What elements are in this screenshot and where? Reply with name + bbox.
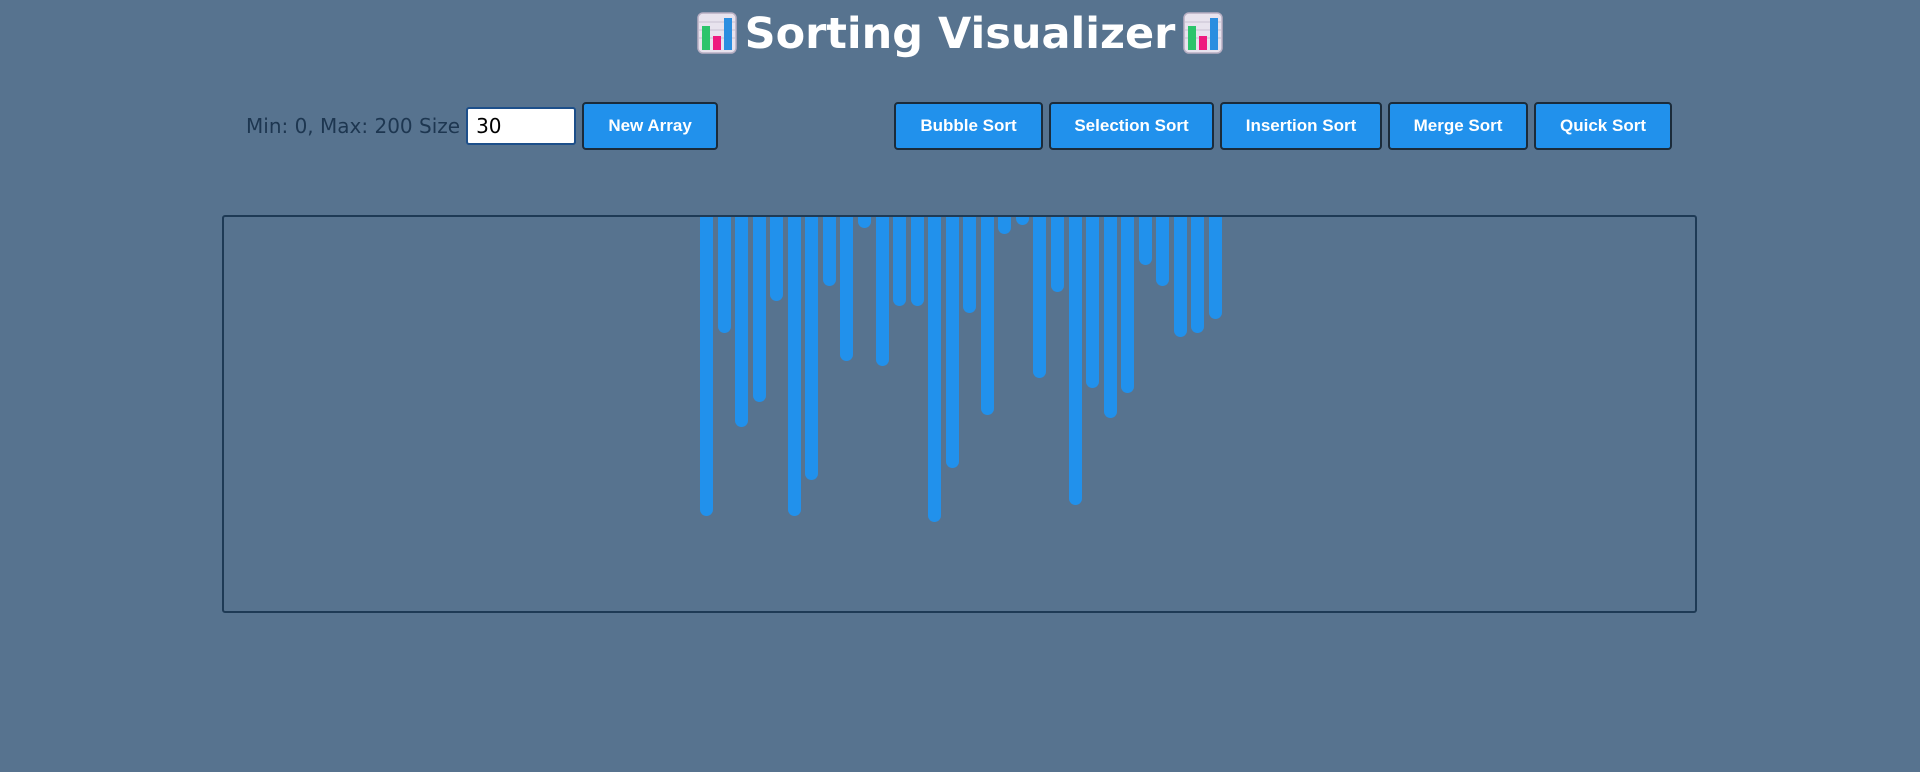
array-bar: [945, 217, 959, 468]
array-bar: [1121, 217, 1135, 393]
title-text: Sorting Visualizer: [744, 9, 1176, 59]
array-bar: [735, 217, 749, 427]
array-bar: [840, 217, 854, 361]
array-bar: [752, 217, 766, 402]
array-bar: [998, 217, 1012, 234]
insertion-sort-button[interactable]: Insertion Sort: [1220, 102, 1382, 150]
array-controls: Min: 0, Max: 200 Size New Array: [246, 102, 719, 150]
array-bar: [928, 217, 942, 522]
array-bar: [1138, 217, 1152, 265]
array-bar: [875, 217, 889, 366]
array-bar: [700, 217, 713, 516]
selection-sort-button[interactable]: Selection Sort: [1049, 102, 1214, 150]
array-bar: [1191, 217, 1205, 333]
range-label: Min: 0, Max: 200 Size: [246, 114, 461, 138]
array-bar: [1173, 217, 1187, 337]
array-bar: [822, 217, 836, 286]
array-bar: [857, 217, 871, 228]
array-bar: [1156, 217, 1170, 286]
bar-chart-icon: [696, 12, 737, 54]
array-bar: [1015, 217, 1029, 225]
bubble-sort-button[interactable]: Bubble Sort: [894, 102, 1043, 150]
array-bar: [787, 217, 801, 516]
array-bar: [805, 217, 819, 480]
quick-sort-button[interactable]: Quick Sort: [1534, 102, 1672, 150]
merge-sort-button[interactable]: Merge Sort: [1388, 102, 1528, 150]
array-bar: [1086, 217, 1100, 388]
array-bar: [770, 217, 784, 301]
bar-chart-icon: [1183, 12, 1224, 54]
array-bar: [893, 217, 907, 306]
page-title: Sorting Visualizer: [0, 6, 1920, 62]
array-bar: [1103, 217, 1117, 418]
array-bar: [980, 217, 994, 415]
array-bar: [1033, 217, 1047, 378]
array-bar: [1051, 217, 1064, 292]
size-input[interactable]: [466, 107, 577, 145]
bars-container: [224, 217, 1695, 611]
array-visualization: [222, 215, 1697, 613]
array-bar: [717, 217, 731, 333]
sort-buttons: Bubble Sort Selection Sort Insertion Sor…: [894, 102, 1672, 150]
array-bar: [910, 217, 924, 306]
array-bar: [1208, 217, 1222, 319]
array-bar: [1068, 217, 1082, 505]
array-bar: [963, 217, 977, 313]
new-array-button[interactable]: New Array: [582, 102, 719, 150]
